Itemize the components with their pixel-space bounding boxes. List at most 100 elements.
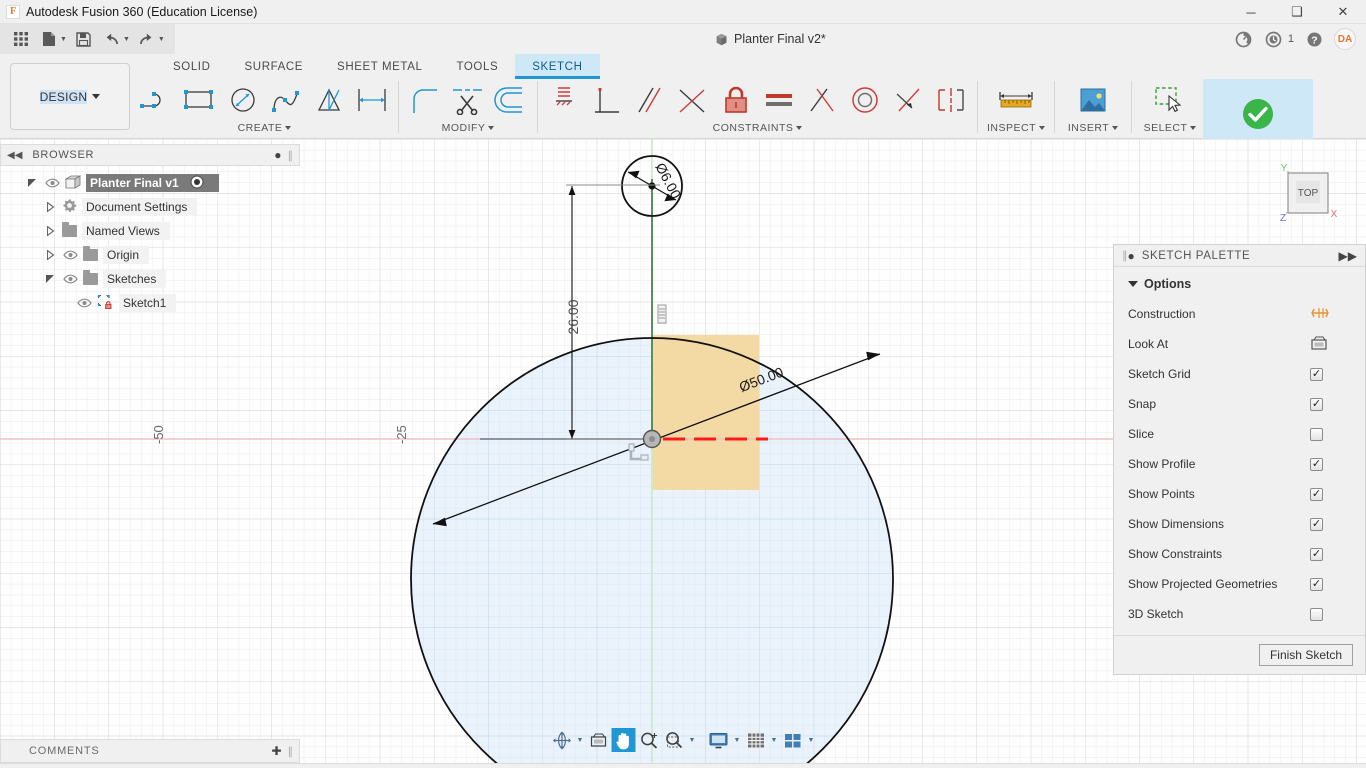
horizontal-vertical-icon[interactable] (543, 80, 585, 120)
options-section-header[interactable]: Options (1114, 275, 1365, 299)
maximize-button[interactable]: ❑ (1274, 0, 1320, 24)
rectangle-icon[interactable] (179, 80, 221, 120)
option-look-at[interactable]: Look At (1114, 329, 1365, 359)
tab-sheet-metal[interactable]: SHEET METAL (320, 54, 439, 79)
orbit-icon[interactable] (550, 728, 574, 752)
chevron-down-icon[interactable] (1190, 126, 1197, 130)
tab-surface[interactable]: SURFACE (228, 54, 321, 79)
option-sketch-grid[interactable]: Sketch Grid ✓ (1114, 359, 1365, 389)
tab-sketch[interactable]: SKETCH (515, 54, 600, 79)
collapse-left-icon[interactable]: ◀◀ (7, 150, 22, 161)
twisty-collapsed-icon[interactable] (44, 201, 57, 214)
show-points-checkbox[interactable]: ✓ (1310, 487, 1323, 501)
app-grid-icon[interactable] (8, 27, 34, 51)
minimize-dot-icon[interactable]: ● (1128, 249, 1135, 263)
undo-caret-icon[interactable]: ▼ (123, 36, 130, 43)
option-construction[interactable]: Construction (1114, 299, 1365, 329)
offset-icon[interactable] (490, 80, 532, 120)
show-dimensions-checkbox[interactable]: ✓ (1310, 517, 1323, 531)
zoom-icon[interactable] (637, 728, 661, 752)
circle-icon[interactable] (222, 80, 264, 120)
visibility-eye-icon[interactable] (62, 248, 78, 262)
chevron-down-icon[interactable] (285, 126, 292, 130)
tree-item-document-settings[interactable]: Document Settings (0, 195, 300, 219)
twisty-collapsed-icon[interactable] (44, 249, 57, 262)
grid-snaps-icon[interactable] (744, 728, 768, 752)
polygon-icon[interactable] (308, 80, 350, 120)
chevron-down-icon[interactable] (1112, 126, 1119, 130)
activate-component-radio[interactable] (190, 174, 204, 192)
visibility-eye-icon[interactable] (76, 296, 92, 310)
orbit-caret-icon[interactable]: ▼ (575, 728, 586, 752)
panel-grip[interactable]: ∥ (288, 745, 294, 758)
redo-caret-icon[interactable]: ▼ (158, 36, 165, 43)
select-window-icon[interactable] (1149, 80, 1191, 120)
tree-item-named-views[interactable]: Named Views (0, 219, 300, 243)
help-icon[interactable]: ? (1304, 29, 1324, 49)
sketch-grid-checkbox[interactable]: ✓ (1310, 367, 1323, 381)
construction-icon[interactable] (1310, 305, 1330, 324)
tree-item-sketch1[interactable]: Sketch1 (0, 291, 300, 315)
tree-item-origin[interactable]: Origin (0, 243, 300, 267)
view-cube[interactable]: TOP Y Z X (1272, 161, 1344, 233)
show-projected-geometries-checkbox[interactable]: ✓ (1310, 577, 1323, 591)
new-document-caret-icon[interactable]: ▼ (60, 36, 67, 43)
chevron-down-icon[interactable] (796, 126, 803, 130)
collinear-icon[interactable] (887, 80, 929, 120)
display-settings-icon[interactable] (707, 728, 731, 752)
expand-right-icon[interactable]: ▶▶ (1339, 249, 1357, 263)
tree-item-planter-final[interactable]: Planter Final v1 (0, 171, 300, 195)
twisty-expanded-icon[interactable] (44, 273, 57, 286)
measure-ruler-icon[interactable] (995, 80, 1037, 120)
viewports-icon[interactable] (781, 728, 805, 752)
viewports-caret-icon[interactable]: ▼ (806, 728, 817, 752)
snap-checkbox[interactable]: ✓ (1310, 397, 1323, 411)
redo-icon[interactable] (134, 27, 160, 51)
document-tab[interactable]: Planter Final v2* (175, 24, 1366, 54)
option-show-constraints[interactable]: Show Constraints ✓ (1114, 539, 1365, 569)
option-show-points[interactable]: Show Points ✓ (1114, 479, 1365, 509)
job-status-icon[interactable] (1234, 29, 1254, 49)
parallel-icon[interactable] (629, 80, 671, 120)
perpendicular-icon[interactable] (586, 80, 628, 120)
spline-icon[interactable] (265, 80, 307, 120)
concentric-icon[interactable] (844, 80, 886, 120)
show-constraints-checkbox[interactable]: ✓ (1310, 547, 1323, 561)
dimension-icon[interactable] (351, 80, 393, 120)
avatar[interactable]: DA (1334, 28, 1356, 50)
slice-checkbox[interactable] (1310, 427, 1323, 441)
option-show-profile[interactable]: Show Profile ✓ (1114, 449, 1365, 479)
equal-icon[interactable] (758, 80, 800, 120)
symmetry-icon[interactable] (930, 80, 972, 120)
add-comment-icon[interactable]: ✚ (271, 744, 281, 758)
panel-grip[interactable]: ∥ (288, 149, 294, 162)
3d-sketch-checkbox[interactable] (1310, 607, 1323, 621)
chevron-down-icon[interactable] (1039, 126, 1045, 130)
tab-tools[interactable]: TOOLS (439, 54, 515, 79)
comments-panel[interactable]: COMMENTS ✚ ∥ (0, 739, 300, 763)
display-settings-caret-icon[interactable]: ▼ (732, 728, 743, 752)
close-button[interactable]: ✕ (1320, 0, 1366, 24)
option-snap[interactable]: Snap ✓ (1114, 389, 1365, 419)
trim-scissors-icon[interactable] (447, 80, 489, 120)
minimize-dot-icon[interactable]: ● (274, 148, 281, 162)
finish-sketch-button[interactable]: Finish Sketch (1258, 644, 1353, 666)
tangent-icon[interactable] (672, 80, 714, 120)
vertical-constraint-marker[interactable] (657, 304, 667, 324)
visibility-eye-icon[interactable] (44, 176, 60, 190)
zoom-window-caret-icon[interactable]: ▼ (687, 728, 698, 752)
option-3d-sketch[interactable]: 3D Sketch (1114, 599, 1365, 629)
tree-item-sketches[interactable]: Sketches (0, 267, 300, 291)
tab-solid[interactable]: SOLID (156, 54, 228, 79)
new-document-icon[interactable] (36, 27, 62, 51)
midpoint-icon[interactable] (801, 80, 843, 120)
grid-snaps-caret-icon[interactable]: ▼ (769, 728, 780, 752)
show-profile-checkbox[interactable]: ✓ (1310, 457, 1323, 471)
workspace-switcher-button[interactable]: DESIGN (10, 63, 130, 130)
look-at-camera-icon[interactable] (1310, 335, 1328, 354)
twisty-collapsed-icon[interactable] (44, 225, 57, 238)
option-show-dimensions[interactable]: Show Dimensions ✓ (1114, 509, 1365, 539)
recent-activity-icon[interactable] (1264, 29, 1284, 49)
fix-lock-icon[interactable] (715, 80, 757, 120)
minimize-button[interactable]: ─ (1228, 0, 1274, 24)
